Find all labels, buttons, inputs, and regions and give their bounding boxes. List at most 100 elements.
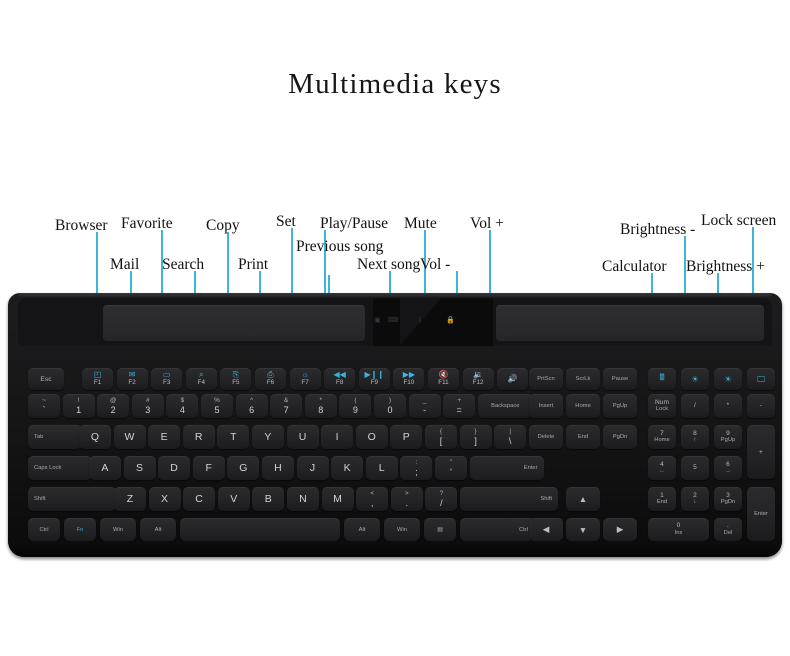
key-f[interactable]: F (192, 456, 225, 480)
key-f10[interactable]: ▶▶ F10 (393, 368, 425, 390)
key-num-8[interactable]: 8 ↑ (681, 425, 709, 449)
key-backslash[interactable]: | \ (494, 425, 527, 449)
key-f5[interactable]: ⎘ F5 (220, 368, 252, 390)
key-t[interactable]: T (217, 425, 250, 449)
key-num-6[interactable]: 6 → (714, 456, 742, 480)
key-f11[interactable]: 🔇 F11 (428, 368, 459, 390)
key-win-right[interactable]: Win (384, 518, 420, 541)
key-key[interactable]: {[ (425, 425, 457, 449)
key-9[interactable]: (9 (339, 394, 372, 418)
key-num-1[interactable]: 1 End (648, 487, 676, 511)
key-u[interactable]: U (286, 425, 319, 449)
key-pgup[interactable]: PgUp (603, 394, 637, 418)
key-backtick[interactable]: ~ ` (28, 394, 60, 418)
key-esc[interactable]: Esc (28, 368, 64, 390)
key-f2[interactable]: ✉ F2 (116, 368, 148, 390)
key-key[interactable]: _ - (408, 394, 441, 418)
key-r[interactable]: R (182, 425, 215, 449)
key-pause[interactable]: Pause (603, 368, 637, 390)
key-k[interactable]: K (331, 456, 364, 480)
key-minus[interactable]: - (747, 394, 775, 418)
key-f7[interactable]: ☼ F7 (289, 368, 321, 390)
key-tab[interactable]: Tab (28, 425, 82, 449)
key-a[interactable]: A (89, 456, 121, 480)
key-shift-left[interactable]: Shift (28, 487, 116, 511)
key-win-left[interactable]: Win (100, 518, 136, 541)
key-x[interactable]: X (148, 487, 181, 511)
key-end[interactable]: End (566, 425, 600, 449)
key-scrlk[interactable]: ScrLk (566, 368, 600, 390)
key-4[interactable]: $4 (166, 394, 199, 418)
key-o[interactable]: O (355, 425, 388, 449)
key-plus[interactable]: + (747, 425, 775, 479)
key-7[interactable]: & 7 (270, 394, 303, 418)
key-num-9[interactable]: 9 PgUp (714, 425, 742, 449)
key-n[interactable]: N (287, 487, 319, 511)
key-f12[interactable]: 🔉 F12 (462, 368, 494, 390)
key-v[interactable]: V (217, 487, 250, 511)
key-brightness-up-key[interactable]: ☀ (714, 368, 742, 390)
key-3[interactable]: #3 (131, 394, 164, 418)
key-num-enter[interactable]: Enter (747, 487, 775, 541)
key-slash[interactable]: ? / (425, 487, 458, 511)
key-num-dot[interactable]: . Del (714, 518, 742, 541)
key-alt-left[interactable]: Alt (140, 518, 176, 541)
key-alt-right[interactable]: Alt (344, 518, 380, 541)
key-0[interactable]: ) 0 (374, 394, 406, 418)
key-key[interactable]: }] (459, 425, 492, 449)
key-num-0[interactable]: 0 Ins (648, 518, 709, 541)
key-shift-right[interactable]: Shift (460, 487, 558, 511)
key-m[interactable]: M (321, 487, 354, 511)
key-6[interactable]: ^ 6 (235, 394, 268, 418)
key-f6[interactable]: ⎙ F6 (255, 368, 286, 390)
key-f4[interactable]: ⌕ F4 (185, 368, 217, 390)
key-arrow-up[interactable]: ▲ (566, 487, 600, 511)
key-g[interactable]: G (227, 456, 260, 480)
key-prtscn[interactable]: PrtScn (529, 368, 563, 390)
key-8[interactable]: * 8 (304, 394, 337, 418)
key-calculator-key[interactable]: 🖩 (648, 368, 676, 390)
key-f9[interactable]: ▶❙❙ F9 (358, 368, 390, 390)
key-2[interactable]: @2 (97, 394, 130, 418)
key-s[interactable]: S (123, 456, 156, 480)
key-1[interactable]: ! 1 (62, 394, 95, 418)
key-volume-up[interactable]: 🔊 (497, 368, 529, 390)
key-ctrl-right[interactable]: Ctrl (460, 518, 534, 541)
key-fn[interactable]: Fn (64, 518, 96, 541)
key-b[interactable]: B (252, 487, 285, 511)
key-num-5[interactable]: 5 (681, 456, 709, 480)
key-e[interactable]: E (148, 425, 181, 449)
key-num-lock[interactable]: Num Lock (648, 394, 676, 418)
key-num-7[interactable]: 7 Home (648, 425, 676, 449)
key-ctrl-left[interactable]: Ctrl (28, 518, 60, 541)
key-num-2[interactable]: 2 ↓ (681, 487, 709, 511)
key-multiply[interactable]: * (714, 394, 742, 418)
key-5[interactable]: % 5 (201, 394, 233, 418)
key-num-4[interactable]: 4 ← (648, 456, 676, 480)
key-brightness-down-key[interactable]: ☀ (681, 368, 709, 390)
key-p[interactable]: P (390, 425, 423, 449)
key-menu[interactable]: ▤ (424, 518, 456, 541)
key-w[interactable]: W (113, 425, 146, 449)
key-divide[interactable]: / (681, 394, 709, 418)
key-j[interactable]: J (296, 456, 329, 480)
key-semicolon[interactable]: :; (400, 456, 433, 480)
key-d[interactable]: D (158, 456, 191, 480)
key-insert[interactable]: Insert (529, 394, 563, 418)
key-backspace[interactable]: Backspace (477, 394, 533, 418)
key-i[interactable]: I (321, 425, 354, 449)
key-z[interactable]: Z (114, 487, 146, 511)
key-quote[interactable]: " ' (435, 456, 467, 480)
key-arrow-left[interactable]: ◀ (529, 518, 563, 541)
key-arrow-right[interactable]: ▶ (603, 518, 637, 541)
key-l[interactable]: L (365, 456, 398, 480)
key-num-3[interactable]: 3 PgDn (714, 487, 742, 511)
key-arrow-down[interactable]: ▼ (566, 518, 600, 541)
key-lock-screen-key[interactable]: 🖵 (747, 368, 775, 390)
key-q[interactable]: Q (79, 425, 111, 449)
key-home[interactable]: Home (566, 394, 600, 418)
key-f8[interactable]: ◀◀ F8 (324, 368, 356, 390)
key-comma[interactable]: <, (356, 487, 389, 511)
key-y[interactable]: Y (252, 425, 284, 449)
key-c[interactable]: C (183, 487, 216, 511)
